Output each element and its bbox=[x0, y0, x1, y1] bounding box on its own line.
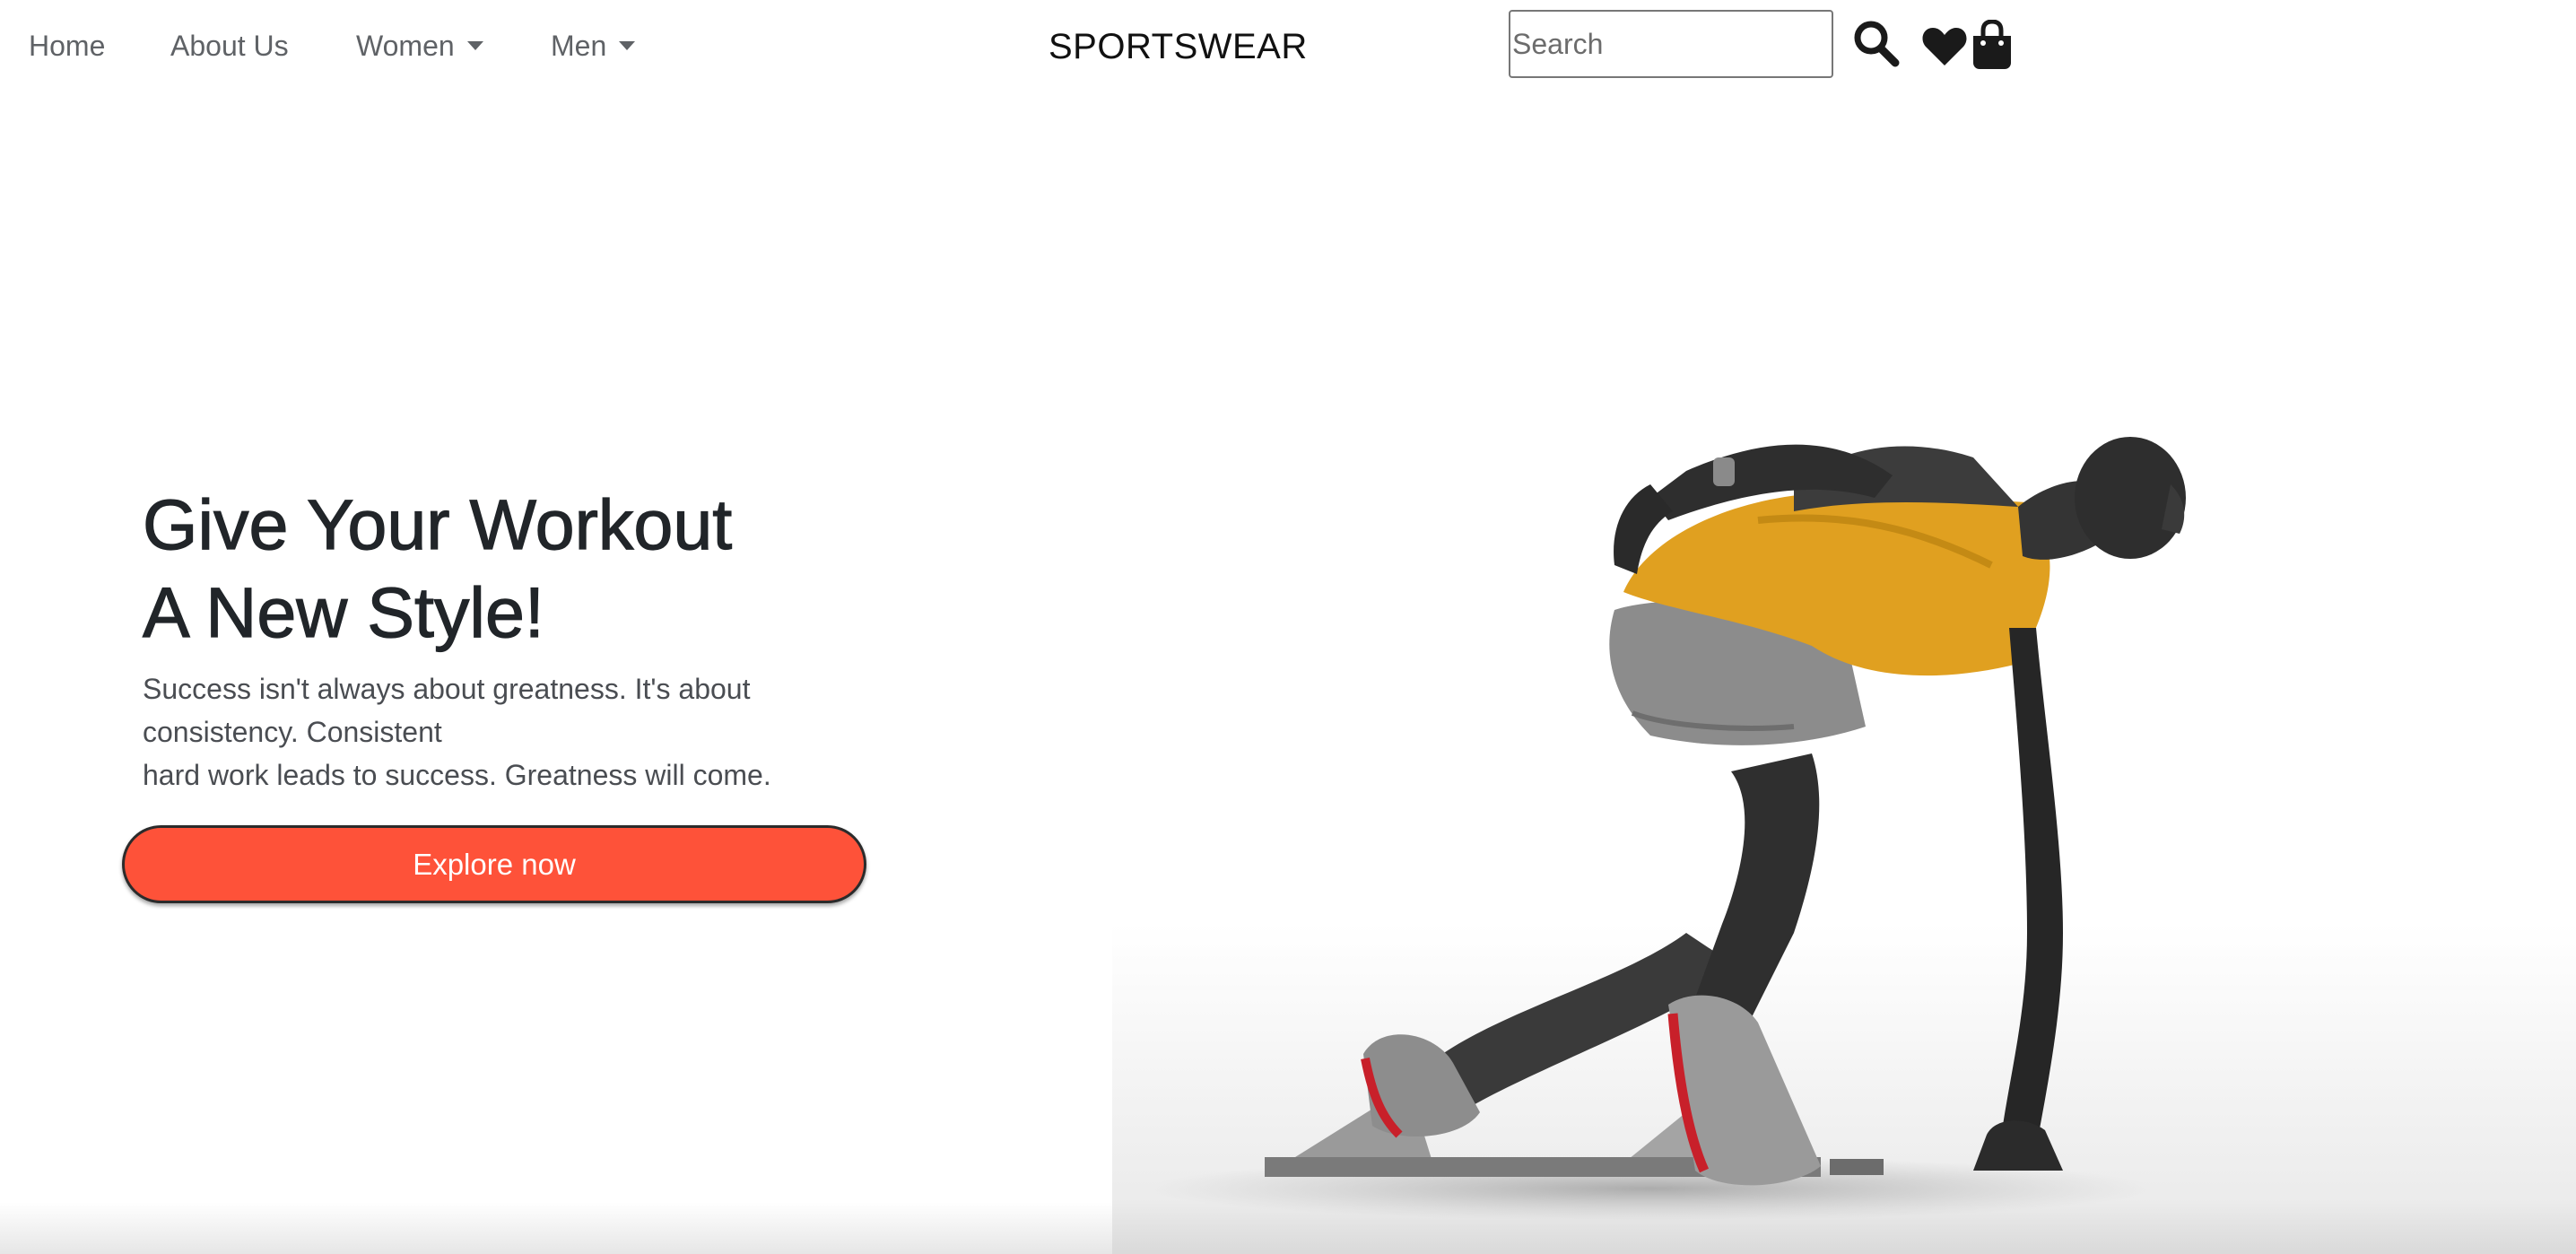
explore-now-button[interactable]: Explore now bbox=[122, 825, 866, 903]
nav-home-link[interactable]: Home bbox=[29, 28, 105, 64]
brand-logo[interactable]: SPORTSWEAR bbox=[1049, 27, 1308, 66]
nav-men-label: Men bbox=[551, 30, 607, 62]
chevron-down-icon bbox=[619, 41, 636, 50]
hero-title: Give Your Workout A New Style! bbox=[142, 481, 733, 657]
chevron-down-icon bbox=[466, 41, 483, 50]
shopping-bag-icon[interactable] bbox=[1971, 19, 2013, 70]
search-input[interactable] bbox=[1509, 10, 1833, 78]
hero-subtitle: Success isn't always about greatness. It… bbox=[143, 667, 824, 797]
nav-men-dropdown[interactable]: Men bbox=[551, 28, 636, 64]
nav-about-link[interactable]: About Us bbox=[170, 28, 289, 64]
nav-women-label: Women bbox=[356, 30, 455, 62]
hero-subtitle-line1: Success isn't always about greatness. It… bbox=[143, 673, 751, 705]
search-icon[interactable] bbox=[1853, 20, 1900, 68]
hero-subtitle-line2: consistency. Consistent bbox=[143, 716, 442, 748]
nav-women-dropdown[interactable]: Women bbox=[356, 28, 483, 64]
navbar: Home About Us Women Men SPORTSWEAR bbox=[0, 0, 2576, 93]
hero-image bbox=[1112, 305, 2576, 1254]
hero-title-line2: A New Style! bbox=[142, 571, 544, 652]
heart-icon[interactable] bbox=[1921, 26, 1968, 67]
hero-title-line1: Give Your Workout bbox=[142, 483, 733, 564]
hero-subtitle-line3: hard work leads to success. Greatness wi… bbox=[143, 759, 771, 791]
